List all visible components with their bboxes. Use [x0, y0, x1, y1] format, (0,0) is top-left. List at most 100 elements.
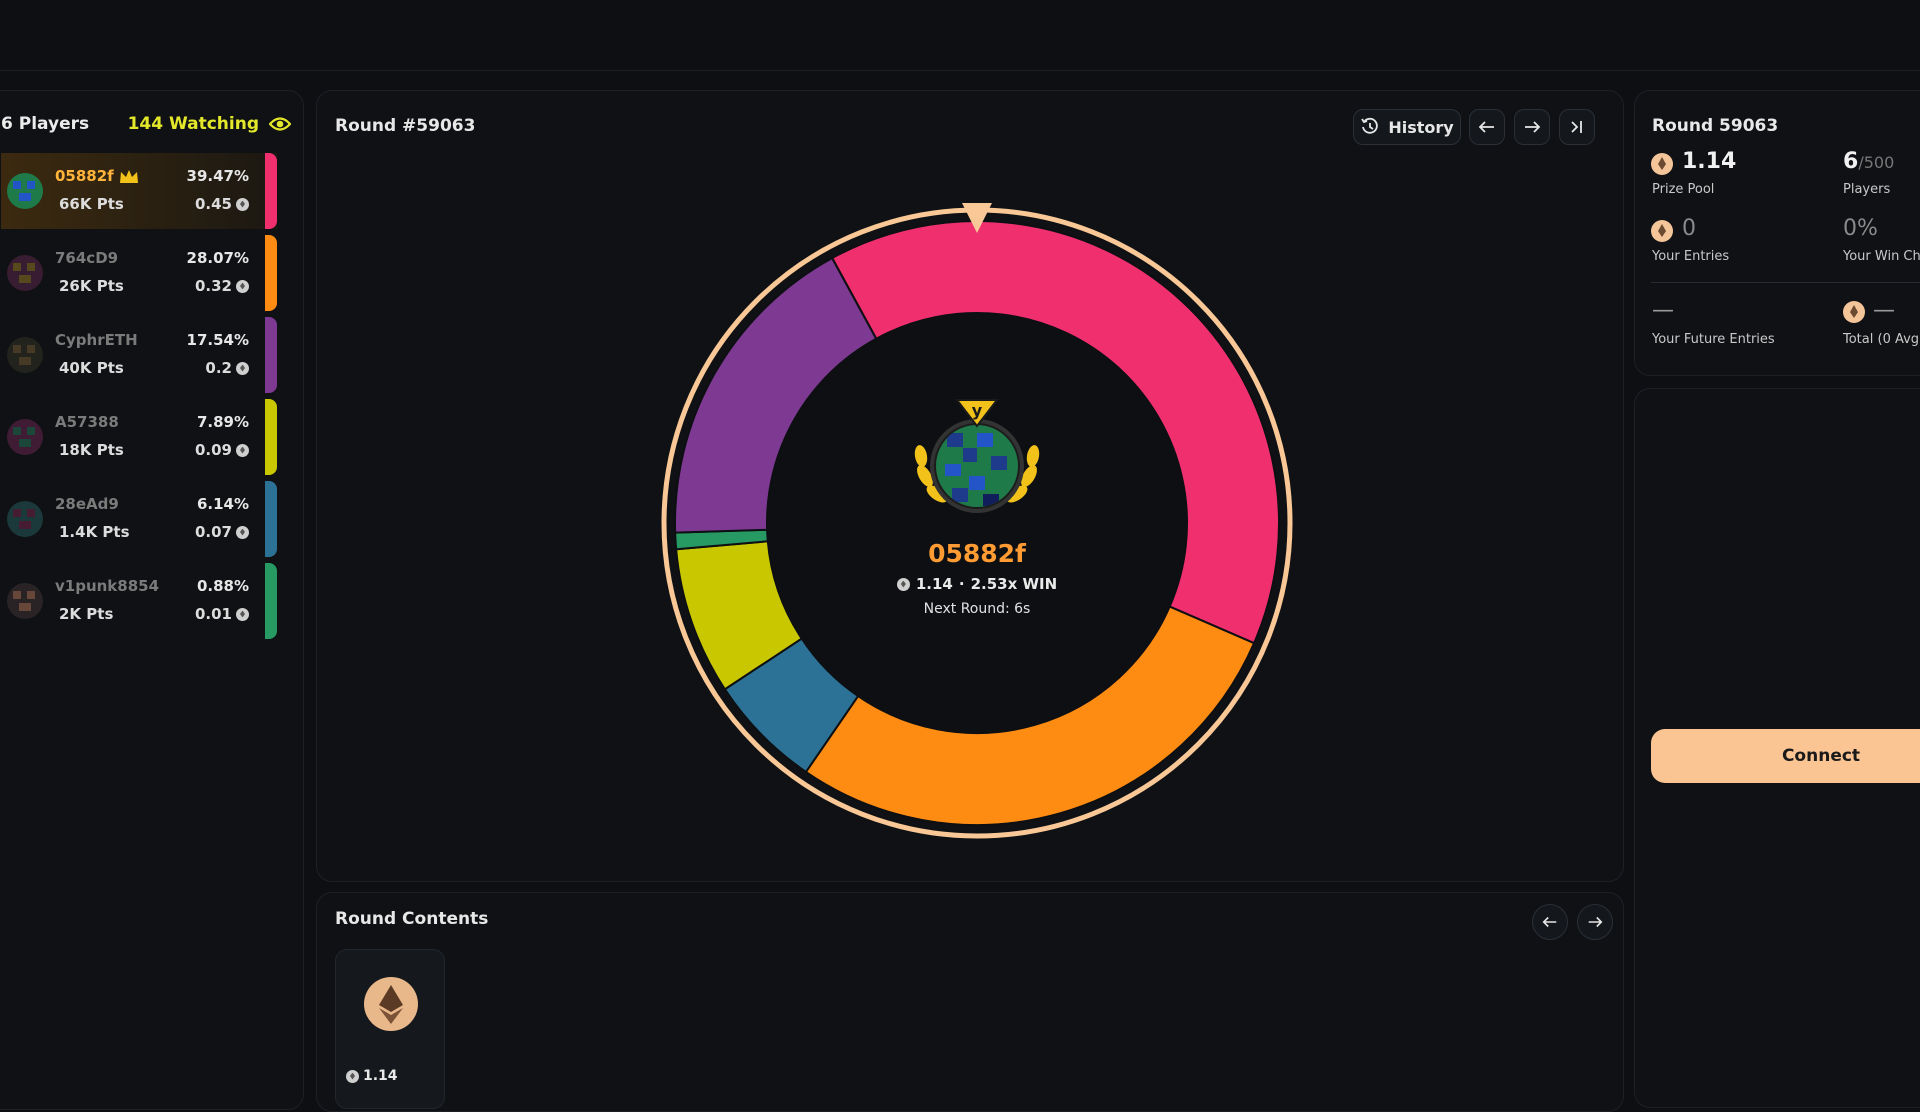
round-contents-title: Round Contents	[335, 909, 489, 929]
player-percent: 6.14%	[196, 495, 249, 513]
player-name: 28eAd9	[55, 495, 119, 513]
player-avatar	[7, 173, 43, 209]
prize-pool-label: Prize Pool	[1652, 182, 1715, 197]
win-amount: 1.14	[915, 575, 953, 593]
player-color-bar	[265, 317, 277, 393]
player-percent: 17.54%	[186, 331, 249, 349]
contents-next-button[interactable]	[1577, 904, 1613, 940]
win-multiplier: 2.53x WIN	[970, 575, 1058, 593]
round-contents-panel: Round Contents 1.14	[316, 892, 1624, 1112]
player-amount: 0.45	[195, 195, 249, 213]
eth-icon	[236, 443, 249, 457]
player-percent: 39.47%	[186, 167, 249, 185]
eth-icon	[346, 1069, 359, 1083]
your-entries-label: Your Entries	[1652, 249, 1730, 264]
player-percent: 7.89%	[196, 413, 249, 431]
previous-round-button[interactable]	[1469, 109, 1505, 145]
amount-value: 0.07	[194, 523, 232, 541]
eye-icon	[269, 117, 291, 131]
player-percent: 28.07%	[186, 249, 249, 267]
player-name: 05882f	[55, 167, 114, 185]
latest-round-button[interactable]	[1559, 109, 1595, 145]
player-amount: 0.07	[195, 523, 249, 541]
prize-pool-value: 1.14	[1682, 149, 1737, 174]
divider	[1651, 282, 1920, 283]
eth-icon	[896, 577, 910, 591]
eth-icon	[1651, 220, 1673, 242]
player-avatar	[7, 501, 43, 537]
player-points: 18K Pts	[59, 441, 124, 459]
round-panel: Round #59063 History y 05882f 1.14 · 2.5…	[316, 90, 1624, 882]
eth-icon	[236, 279, 249, 293]
player-row[interactable]: 05882f 66K Pts 39.47% 0.45	[1, 153, 277, 229]
history-label: History	[1388, 117, 1454, 137]
amount-value: 0.32	[194, 277, 232, 295]
round-title: Round #59063	[335, 116, 476, 136]
history-icon	[1361, 117, 1379, 134]
arrow-left-icon	[1478, 121, 1494, 133]
future-entries-value: —	[1652, 298, 1674, 323]
amount-value: 0.01	[194, 605, 232, 623]
item-value: 1.14	[363, 1068, 398, 1084]
player-row[interactable]: 28eAd9 1.4K Pts 6.14% 0.07	[1, 481, 277, 557]
player-name: CyphrETH	[55, 331, 138, 349]
content-item-card[interactable]: 1.14	[335, 949, 445, 1109]
player-color-bar	[265, 481, 277, 557]
ethereum-icon	[364, 977, 418, 1031]
amount-value: 0.45	[194, 195, 232, 213]
player-row[interactable]: CyphrETH 40K Pts 17.54% 0.2	[1, 317, 277, 393]
player-row[interactable]: 764cD9 26K Pts 28.07% 0.32	[1, 235, 277, 311]
eth-icon	[236, 197, 249, 211]
connect-button[interactable]: Connect	[1651, 729, 1920, 783]
player-points: 2K Pts	[59, 605, 114, 623]
players-count: 6 Players	[1, 114, 90, 134]
deposit-panel: Connect	[1634, 388, 1920, 1108]
top-bar	[0, 0, 1920, 71]
player-avatar	[7, 419, 43, 455]
eth-icon	[236, 607, 249, 621]
players-label: Players	[1843, 182, 1891, 197]
player-name: A57388	[55, 413, 119, 431]
total-label: Total (0 Avg	[1843, 332, 1920, 347]
arrow-right-icon	[1525, 121, 1541, 133]
content-item-value: 1.14	[346, 1068, 398, 1084]
winner-medal: y	[914, 399, 1040, 513]
player-row[interactable]: v1punk8854 2K Pts 0.88% 0.01	[1, 563, 277, 639]
player-points: 1.4K Pts	[59, 523, 130, 541]
your-entries-value: 0	[1682, 216, 1696, 241]
watching-count: 144 Watching	[128, 114, 291, 134]
history-button[interactable]: History	[1353, 109, 1461, 145]
players-count-value: 6	[1843, 149, 1859, 174]
players-max: /500	[1858, 153, 1895, 172]
win-chance-value: 0%	[1843, 216, 1878, 241]
round-wheel: y 05882f 1.14 · 2.53x WIN Next Round: 6s	[657, 203, 1297, 843]
player-avatar	[7, 337, 43, 373]
players-panel: 6 Players 144 Watching 05882f 66K Pts 39.4…	[0, 90, 304, 1110]
player-amount: 0.09	[195, 441, 249, 459]
player-color-bar	[265, 399, 277, 475]
winner-name: 05882f	[928, 539, 1026, 568]
contents-prev-button[interactable]	[1532, 904, 1568, 940]
amount-value: 0.09	[194, 441, 232, 459]
player-amount: 0.32	[195, 277, 249, 295]
player-row[interactable]: A57388 18K Pts 7.89% 0.09	[1, 399, 277, 475]
player-color-bar	[265, 235, 277, 311]
player-points: 40K Pts	[59, 359, 124, 377]
medal-letter: y	[972, 401, 983, 420]
win-chance-label: Your Win Ch	[1843, 249, 1920, 264]
player-color-bar	[265, 563, 277, 639]
next-round-button[interactable]	[1514, 109, 1550, 145]
player-amount: 0.2	[205, 359, 249, 377]
player-amount: 0.01	[195, 605, 249, 623]
eth-icon	[1843, 301, 1865, 323]
players-value: 6/500	[1843, 149, 1894, 174]
wheel-chart	[661, 203, 1293, 839]
watching-label: 144 Watching	[127, 114, 259, 134]
players-header: 6 Players 144 Watching	[1, 111, 291, 137]
player-color-bar	[265, 153, 277, 229]
player-percent: 0.88%	[196, 577, 249, 595]
player-avatar	[7, 255, 43, 291]
next-round-countdown: Next Round: 6s	[923, 601, 1031, 617]
win-summary: 1.14 · 2.53x WIN	[657, 575, 1297, 593]
stats-round-title: Round 59063	[1652, 116, 1779, 136]
